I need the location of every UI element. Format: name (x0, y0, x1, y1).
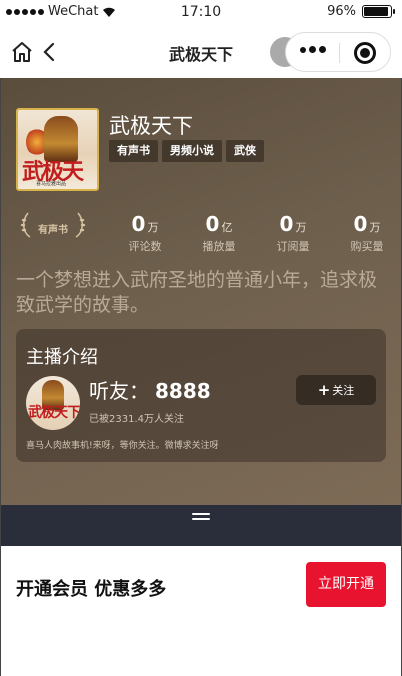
player-strip[interactable] (0, 505, 402, 546)
book-hero: 武极天下 喜马拉雅出品 武极天下 有声书 男频小说 武侠 有声书 0万 评论数 … (0, 78, 402, 505)
stat-unit: 亿 (221, 221, 233, 234)
battery-icon (362, 5, 395, 18)
stat-unit: 万 (147, 221, 159, 234)
book-tags: 有声书 男频小说 武侠 (109, 140, 264, 162)
stat-subscriptions: 0万 订阅量 (256, 212, 330, 254)
screen-edge-left (0, 78, 1, 676)
stat-plays: 0亿 播放量 (182, 212, 256, 254)
stat-value: 0 (205, 212, 220, 236)
tag-male-fiction[interactable]: 男频小说 (162, 140, 222, 162)
vip-text: 开通会员 优惠多多 (16, 579, 167, 600)
vip-open-button[interactable]: 立即开通 (306, 562, 386, 607)
stat-unit: 万 (369, 221, 381, 234)
host-intro: 喜马人肉故事机!来呀，等你关注。微博求关注呀 (26, 441, 219, 451)
mini-program-capsule[interactable] (285, 32, 391, 72)
book-cover[interactable]: 武极天下 喜马拉雅出品 (16, 108, 99, 191)
stat-purchases: 0万 购买量 (330, 212, 402, 254)
drag-handle-icon[interactable] (192, 513, 210, 521)
battery-fill (364, 7, 388, 16)
stat-value: 0 (279, 212, 294, 236)
host-name: 听友： 8888 (89, 375, 211, 404)
host-name-number: 8888 (155, 379, 211, 403)
book-title: 武极天下 (109, 114, 193, 138)
host-heading: 主播介绍 (26, 347, 98, 368)
status-bar: WeChat 17:10 96% (0, 0, 402, 26)
tag-wuxia[interactable]: 武侠 (226, 140, 264, 162)
cover-subtitle: 喜马拉雅出品 (36, 181, 67, 187)
laurel-left-icon (20, 212, 31, 238)
target-icon[interactable] (354, 42, 376, 64)
book-stats: 0万 评论数 0亿 播放量 0万 订阅量 0万 购买量 (108, 212, 402, 254)
laurel-right-icon (75, 212, 86, 238)
stat-label: 播放量 (202, 240, 236, 253)
battery-percent: 96% (327, 4, 356, 19)
stat-value: 0 (131, 212, 146, 236)
host-card: 主播介绍 武极天下 听友： 8888 已被2331.4万人关注 + 关注 喜马人肉故… (16, 329, 386, 462)
avatar-cover-title: 武极天下 (28, 405, 80, 421)
audiobook-badge: 有声书 (20, 212, 86, 242)
stat-label: 订阅量 (276, 240, 310, 253)
stat-comments: 0万 评论数 (108, 212, 182, 254)
stat-label: 购买量 (350, 240, 384, 253)
plus-icon: + (317, 381, 331, 399)
follow-label: 关注 (332, 384, 355, 397)
host-followers: 已被2331.4万人关注 (89, 414, 184, 425)
book-description: 一个梦想进入武府圣地的普通小年，追求极致武学的故事。 (16, 269, 378, 316)
host-name-prefix: 听友： (89, 379, 149, 403)
status-right: 96% (327, 4, 395, 19)
follow-button[interactable]: + 关注 (296, 375, 376, 405)
capsule-divider (339, 43, 340, 63)
more-icon[interactable] (300, 46, 326, 53)
vip-banner: 开通会员 优惠多多 立即开通 (0, 546, 402, 626)
tag-audiobook[interactable]: 有声书 (109, 140, 158, 162)
nav-bar: 武极天下 (0, 26, 402, 78)
stat-value: 0 (353, 212, 368, 236)
avatar[interactable]: 武极天下 (26, 376, 80, 430)
badge-label: 有声书 (38, 225, 68, 236)
stat-unit: 万 (295, 221, 307, 234)
stat-label: 评论数 (128, 240, 162, 253)
